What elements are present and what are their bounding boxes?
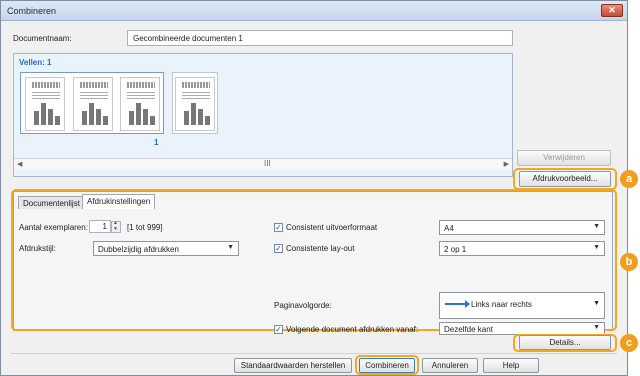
details-button[interactable]: Details... xyxy=(519,335,611,350)
close-icon[interactable]: ✕ xyxy=(601,4,623,17)
help-button[interactable]: Help xyxy=(483,358,539,373)
callout-a-badge: a xyxy=(620,170,638,188)
combine-dialog: Combineren ✕ Documentnaam: Gecombineerde… xyxy=(0,0,638,376)
page-thumbnail xyxy=(25,77,65,131)
page-thumbnail xyxy=(120,77,160,131)
chevron-down-icon: ▼ xyxy=(593,300,600,307)
print-style-label: Afdrukstijl: xyxy=(19,244,56,253)
chevron-down-icon: ▼ xyxy=(593,244,600,251)
layout-value: 2 op 1 xyxy=(444,245,467,254)
copies-range-label: [1 tot 999] xyxy=(127,223,163,232)
copies-stepper[interactable] xyxy=(111,220,121,233)
page-thumbnail xyxy=(73,77,113,131)
page-order-label: Paginavolgorde: xyxy=(274,301,332,310)
cancel-button[interactable]: Annuleren xyxy=(422,358,478,373)
print-preview-button[interactable]: Afdrukvoorbeeld... xyxy=(519,171,611,187)
combine-button[interactable]: Combineren xyxy=(359,358,415,373)
sheets-count-label: Vellen: 1 xyxy=(19,58,52,67)
horizontal-scrollbar[interactable]: ◀ III ▶ xyxy=(14,158,512,170)
scroll-grip[interactable]: III xyxy=(264,159,271,168)
sheet-number: 1 xyxy=(154,138,159,147)
print-style-value: Dubbelzijdig afdrukken xyxy=(98,245,179,254)
footer-divider xyxy=(11,353,617,354)
layout-select[interactable]: 2 op 1 ▼ xyxy=(439,241,605,256)
page-order-select[interactable]: Links naar rechts ▼ xyxy=(439,292,605,319)
chevron-down-icon: ▼ xyxy=(593,324,600,331)
consistent-size-label: Consistent uitvoerformaat xyxy=(286,223,378,232)
consistent-layout-label: Consistente lay-out xyxy=(286,244,355,253)
copies-input[interactable]: 1 xyxy=(89,220,111,233)
page-order-value: Links naar rechts xyxy=(471,300,532,309)
consistent-layout-checkbox[interactable]: ✓ xyxy=(274,244,283,253)
document-name-input[interactable]: Gecombineerde documenten 1 xyxy=(127,30,513,46)
sheet-thumbnail[interactable] xyxy=(172,72,218,134)
copies-label: Aantal exemplaren: xyxy=(19,223,88,232)
callout-b-badge: b xyxy=(620,253,638,271)
chevron-down-icon: ▼ xyxy=(227,244,234,251)
document-name-label: Documentnaam: xyxy=(13,34,72,43)
output-size-value: A4 xyxy=(444,224,454,233)
title-bar: Combineren ✕ xyxy=(1,1,627,21)
next-doc-value: Dezelfde kant xyxy=(444,325,493,334)
print-style-select[interactable]: Dubbelzijdig afdrukken ▼ xyxy=(93,241,239,256)
next-doc-checkbox[interactable]: ✓ xyxy=(274,325,283,334)
selected-sheet-thumbnail[interactable] xyxy=(20,72,164,134)
window-title: Combineren xyxy=(7,6,57,16)
page-thumbnail xyxy=(175,77,215,131)
sheets-preview-panel: Vellen: 1 1 ◀ III ▶ xyxy=(13,53,513,177)
callout-c-badge: c xyxy=(620,334,638,352)
restore-defaults-button[interactable]: Standaardwaarden herstellen xyxy=(234,358,352,373)
scroll-right-icon[interactable]: ▶ xyxy=(504,160,509,168)
chevron-down-icon: ▼ xyxy=(593,223,600,230)
scroll-left-icon[interactable]: ◀ xyxy=(17,160,22,168)
output-size-select[interactable]: A4 ▼ xyxy=(439,220,605,235)
consistent-size-checkbox[interactable]: ✓ xyxy=(274,223,283,232)
left-to-right-arrow-icon xyxy=(445,300,470,308)
next-doc-label: Volgende document afdrukken vanaf: xyxy=(286,325,419,334)
remove-button[interactable]: Verwijderen xyxy=(517,150,611,166)
